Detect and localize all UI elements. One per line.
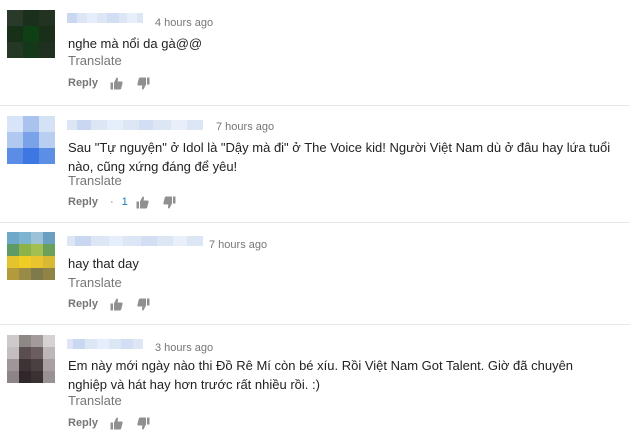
comment-text: Em này mới ngày nào thi Đồ Rê Mí còn bé … — [68, 358, 574, 392]
comment-actions: Reply — [68, 415, 164, 431]
reply-button[interactable]: Reply — [68, 77, 98, 89]
comment-item: 7 hours ago Sau "Tự nguyện" ở Idol là "D… — [0, 106, 630, 208]
thumbs-up-icon[interactable] — [110, 298, 123, 311]
thumbs-down-icon[interactable] — [137, 417, 150, 430]
comment-text: hay that day — [68, 256, 139, 271]
author-name-blurred[interactable] — [67, 120, 203, 130]
reply-button[interactable]: Reply — [68, 417, 98, 429]
translate-link[interactable]: Translate — [68, 275, 122, 290]
comment-timestamp[interactable]: 7 hours ago — [216, 121, 274, 133]
reply-button[interactable]: Reply — [68, 298, 98, 310]
author-name-blurred[interactable] — [67, 236, 203, 246]
comment-item: 3 hours ago Em này mới ngày nào thi Đồ R… — [0, 325, 630, 429]
reply-button[interactable]: Reply — [68, 196, 98, 208]
comment-actions: Reply — [68, 75, 164, 91]
avatar[interactable] — [7, 10, 55, 58]
separator-dot: · — [109, 196, 114, 208]
comment-actions: Reply · 1 — [68, 194, 190, 210]
like-count: 1 — [121, 196, 128, 208]
translate-link[interactable]: Translate — [68, 173, 122, 188]
translate-link[interactable]: Translate — [68, 53, 122, 68]
avatar[interactable] — [7, 116, 55, 164]
thumbs-down-icon[interactable] — [137, 77, 150, 90]
thumbs-up-icon[interactable] — [110, 77, 123, 90]
comment-timestamp[interactable]: 4 hours ago — [155, 17, 213, 29]
thumbs-up-icon[interactable] — [136, 196, 149, 209]
avatar[interactable] — [7, 232, 55, 280]
comment-text: Sau "Tự nguyện" ở Idol là "Dậy mà đi" ở … — [68, 140, 611, 174]
comment-text: nghe mà nổi da gà@@ — [68, 36, 203, 51]
translate-link[interactable]: Translate — [68, 393, 122, 408]
thumbs-down-icon[interactable] — [137, 298, 150, 311]
comment-timestamp[interactable]: 7 hours ago — [209, 239, 267, 251]
comment-timestamp[interactable]: 3 hours ago — [155, 342, 213, 354]
comment-item: 4 hours ago nghe mà nổi da gà@@ Translat… — [0, 0, 630, 100]
thumbs-up-icon[interactable] — [110, 417, 123, 430]
thumbs-down-icon[interactable] — [163, 196, 176, 209]
author-name-blurred[interactable] — [67, 339, 143, 349]
avatar[interactable] — [7, 335, 55, 383]
comment-item: 7 hours ago hay that day Translate Reply — [0, 223, 630, 323]
comment-actions: Reply — [68, 296, 164, 312]
author-name-blurred[interactable] — [67, 13, 143, 23]
